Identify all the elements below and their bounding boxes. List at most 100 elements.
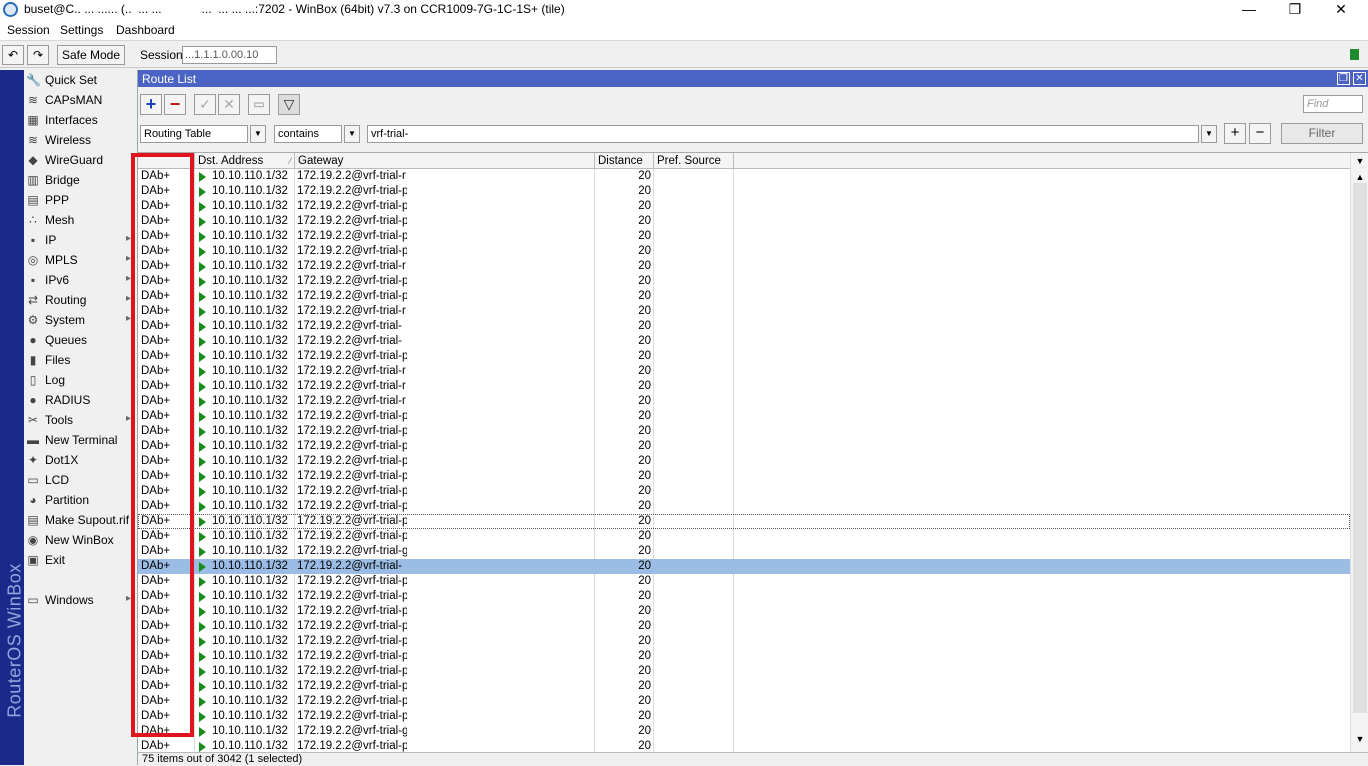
menu-dashboard[interactable]: Dashboard <box>116 23 175 37</box>
sidebar-item-interfaces[interactable]: ▦ Interfaces <box>24 110 137 130</box>
table-row[interactable]: DAb+ 10.10.110.1/32 172.19.2.2@vrf-trial- 2… <box>138 559 1350 574</box>
sidebar-item-routing[interactable]: ⇄ Routing ▸ <box>24 290 137 310</box>
menu-session[interactable]: Session <box>7 23 50 37</box>
comment-icon[interactable]: ▭ <box>248 94 270 115</box>
table-row[interactable]: DAb+ 10.10.110.1/32 172.19.2.2@vrf-trial-p… <box>138 589 1350 604</box>
table-row[interactable]: DAb+ 10.10.110.1/32 172.19.2.2@vrf-trial- 2… <box>138 319 1350 334</box>
table-row[interactable]: DAb+ 10.10.110.1/32 172.19.2.2@vrf-trial-r… <box>138 259 1350 274</box>
sidebar-item-wireguard[interactable]: ◆ WireGuard <box>24 150 137 170</box>
table-row[interactable]: DAb+ 10.10.110.1/32 172.19.2.2@vrf-trial-p… <box>138 529 1350 544</box>
sidebar-item-wireless[interactable]: ≋ Wireless <box>24 130 137 150</box>
sidebar-item-windows[interactable]: ▭ Windows ▸ <box>24 590 137 610</box>
column-chooser-icon[interactable]: ▼ <box>1351 153 1368 169</box>
table-row[interactable]: DAb+ 10.10.110.1/32 172.19.2.2@vrf-trial-p… <box>138 349 1350 364</box>
remove-filter-button[interactable]: − <box>1249 123 1271 144</box>
table-row[interactable]: DAb+ 10.10.110.1/32 172.19.2.2@vrf-trial-p… <box>138 604 1350 619</box>
table-row[interactable]: DAb+ 10.10.110.1/32 172.19.2.2@vrf-trial-r… <box>138 304 1350 319</box>
redo-button[interactable]: ↷ <box>27 45 49 65</box>
filter-button[interactable]: Filter <box>1281 123 1363 144</box>
col-dst-address[interactable]: Dst. Address ⁄ <box>195 153 295 169</box>
sidebar-item-dot1x[interactable]: ✦ Dot1X <box>24 450 137 470</box>
filter-value-dropdown-icon[interactable]: ▼ <box>1201 125 1217 143</box>
table-row[interactable]: DAb+ 10.10.110.1/32 172.19.2.2@vrf-trial-p… <box>138 664 1350 679</box>
sidebar-item-quick-set[interactable]: 🔧 Quick Set <box>24 70 137 90</box>
undo-button[interactable]: ↶ <box>2 45 24 65</box>
table-row[interactable]: DAb+ 10.10.110.1/32 172.19.2.2@vrf-trial-p… <box>138 514 1350 529</box>
col-distance[interactable]: Distance <box>595 153 654 169</box>
table-row[interactable]: DAb+ 10.10.110.1/32 172.19.2.2@vrf-trial-p… <box>138 439 1350 454</box>
table-row[interactable]: DAb+ 10.10.110.1/32 172.19.2.2@vrf-trial-p… <box>138 679 1350 694</box>
table-row[interactable]: DAb+ 10.10.110.1/32 172.19.2.2@vrf-trial-p… <box>138 244 1350 259</box>
add-icon[interactable]: + <box>140 94 162 115</box>
table-row[interactable]: DAb+ 10.10.110.1/32 172.19.2.2@vrf-trial-p… <box>138 709 1350 724</box>
remove-icon[interactable]: − <box>164 94 186 115</box>
filter-funnel-icon[interactable]: ▽ <box>278 94 300 115</box>
enable-icon[interactable]: ✓ <box>194 94 216 115</box>
filter-field-dropdown-icon[interactable]: ▼ <box>250 125 266 143</box>
sidebar-item-queues[interactable]: ● Queues <box>24 330 137 350</box>
scroll-thumb[interactable] <box>1353 183 1367 713</box>
sidebar-item-system[interactable]: ⚙ System ▸ <box>24 310 137 330</box>
table-row[interactable]: DAb+ 10.10.110.1/32 172.19.2.2@vrf-trial-g… <box>138 724 1350 739</box>
table-row[interactable]: DAb+ 10.10.110.1/32 172.19.2.2@vrf-trial-p… <box>138 484 1350 499</box>
add-filter-button[interactable]: + <box>1224 123 1246 144</box>
table-row[interactable]: DAb+ 10.10.110.1/32 172.19.2.2@vrf-trial-p… <box>138 289 1350 304</box>
table-row[interactable]: DAb+ 10.10.110.1/32 172.19.2.2@vrf-trial-p… <box>138 409 1350 424</box>
scroll-down-icon[interactable]: ▼ <box>1351 731 1368 747</box>
sidebar-item-exit[interactable]: ▣ Exit <box>24 550 137 570</box>
sidebar-item-ip[interactable]: ▪ IP ▸ <box>24 230 137 250</box>
table-row[interactable]: DAb+ 10.10.110.1/32 172.19.2.2@vrf-trial-p… <box>138 184 1350 199</box>
safe-mode-button[interactable]: Safe Mode <box>57 45 125 65</box>
sidebar-item-bridge[interactable]: ▥ Bridge <box>24 170 137 190</box>
filter-field-select[interactable]: Routing Table <box>140 125 248 143</box>
sidebar-item-mpls[interactable]: ◎ MPLS ▸ <box>24 250 137 270</box>
panel-restore-icon[interactable]: ❐ <box>1337 72 1350 85</box>
table-row[interactable]: DAb+ 10.10.110.1/32 172.19.2.2@vrf-trial-r… <box>138 169 1350 184</box>
col-pref-source[interactable]: Pref. Source <box>654 153 734 169</box>
filter-operator-dropdown-icon[interactable]: ▼ <box>344 125 360 143</box>
table-row[interactable]: DAb+ 10.10.110.1/32 172.19.2.2@vrf-trial-p… <box>138 694 1350 709</box>
sidebar-item-make-supout-rif[interactable]: ▤ Make Supout.rif <box>24 510 137 530</box>
sidebar-item-new-winbox[interactable]: ◉ New WinBox <box>24 530 137 550</box>
sidebar-item-tools[interactable]: ✂ Tools ▸ <box>24 410 137 430</box>
vertical-scrollbar[interactable]: ▼ ▲ ▼ <box>1350 153 1368 752</box>
sidebar-item-log[interactable]: ▯ Log <box>24 370 137 390</box>
menu-settings[interactable]: Settings <box>60 23 103 37</box>
sidebar-item-mesh[interactable]: ∴ Mesh <box>24 210 137 230</box>
close-button[interactable]: ✕ <box>1318 0 1364 20</box>
table-row[interactable]: DAb+ 10.10.110.1/32 172.19.2.2@vrf-trial-p… <box>138 199 1350 214</box>
table-row[interactable]: DAb+ 10.10.110.1/32 172.19.2.2@vrf-trial-p… <box>138 649 1350 664</box>
minimize-button[interactable]: — <box>1226 0 1272 20</box>
table-row[interactable]: DAb+ 10.10.110.1/32 172.19.2.2@vrf-trial-p… <box>138 574 1350 589</box>
panel-close-icon[interactable]: ✕ <box>1353 72 1366 85</box>
table-row[interactable]: DAb+ 10.10.110.1/32 172.19.2.2@vrf-trial-g… <box>138 544 1350 559</box>
table-row[interactable]: DAb+ 10.10.110.1/32 172.19.2.2@vrf-trial-p… <box>138 619 1350 634</box>
table-row[interactable]: DAb+ 10.10.110.1/32 172.19.2.2@vrf-trial-p… <box>138 499 1350 514</box>
maximize-button[interactable]: ❐ <box>1272 0 1318 20</box>
col-flags[interactable] <box>138 153 195 169</box>
table-row[interactable]: DAb+ 10.10.110.1/32 172.19.2.2@vrf-trial-p… <box>138 634 1350 649</box>
filter-value-input[interactable]: vrf-trial- <box>367 125 1199 143</box>
table-row[interactable]: DAb+ 10.10.110.1/32 172.19.2.2@vrf-trial-p… <box>138 274 1350 289</box>
table-row[interactable]: DAb+ 10.10.110.1/32 172.19.2.2@vrf-trial-r… <box>138 394 1350 409</box>
session-field[interactable]: ...1.1.1.0.00.10 <box>182 46 277 64</box>
sidebar-item-lcd[interactable]: ▭ LCD <box>24 470 137 490</box>
table-row[interactable]: DAb+ 10.10.110.1/32 172.19.2.2@vrf-trial-p… <box>138 469 1350 484</box>
table-row[interactable]: DAb+ 10.10.110.1/32 172.19.2.2@vrf-trial-p… <box>138 454 1350 469</box>
sidebar-item-ppp[interactable]: ▤ PPP <box>24 190 137 210</box>
sidebar-item-radius[interactable]: ● RADIUS <box>24 390 137 410</box>
table-row[interactable]: DAb+ 10.10.110.1/32 172.19.2.2@vrf-trial-p… <box>138 424 1350 439</box>
sidebar-item-new-terminal[interactable]: ▬ New Terminal <box>24 430 137 450</box>
table-row[interactable]: DAb+ 10.10.110.1/32 172.19.2.2@vrf-trial- 2… <box>138 334 1350 349</box>
table-row[interactable]: DAb+ 10.10.110.1/32 172.19.2.2@vrf-trial-r… <box>138 379 1350 394</box>
table-row[interactable]: DAb+ 10.10.110.1/32 172.19.2.2@vrf-trial-p… <box>138 229 1350 244</box>
sidebar-item-ipv6[interactable]: ▪ IPv6 ▸ <box>24 270 137 290</box>
filter-operator-select[interactable]: contains <box>274 125 342 143</box>
sidebar-item-partition[interactable]: ◕ Partition <box>24 490 137 510</box>
table-row[interactable]: DAb+ 10.10.110.1/32 172.19.2.2@vrf-trial-p… <box>138 214 1350 229</box>
sidebar-item-files[interactable]: ▮ Files <box>24 350 137 370</box>
find-input[interactable]: Find <box>1303 95 1363 113</box>
table-row[interactable]: DAb+ 10.10.110.1/32 172.19.2.2@vrf-trial-p… <box>138 739 1350 752</box>
sidebar-item-capsman[interactable]: ≋ CAPsMAN <box>24 90 137 110</box>
disable-icon[interactable]: ✕ <box>218 94 240 115</box>
